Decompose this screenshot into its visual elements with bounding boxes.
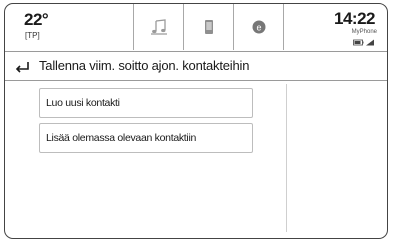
temperature: 22° bbox=[24, 10, 49, 29]
status-bar: 22° [TP] e 14:22 MyPhone bbox=[5, 4, 387, 52]
phone-icon bbox=[205, 20, 213, 34]
phone-name: MyPhone bbox=[351, 29, 377, 35]
title-bar: Tallenna viim. soitto ajon. kontakteihin bbox=[5, 52, 387, 81]
music-note-icon bbox=[151, 19, 167, 35]
clock: 14:22 bbox=[334, 9, 375, 28]
app-icon: e bbox=[252, 20, 266, 34]
tab-apps[interactable]: e bbox=[233, 4, 284, 50]
add-to-existing-contact-button[interactable]: Lisää olemassa olevaan kontaktiin bbox=[39, 123, 253, 153]
temperature-source: [TP] bbox=[25, 31, 40, 40]
create-new-contact-button[interactable]: Luo uusi kontakti bbox=[39, 88, 253, 118]
tab-audio[interactable] bbox=[133, 4, 184, 50]
back-arrow-icon[interactable] bbox=[14, 58, 30, 74]
panel-divider bbox=[286, 84, 287, 232]
battery-signal-icon bbox=[353, 39, 374, 46]
tab-phone[interactable] bbox=[183, 4, 234, 50]
screen-frame: 22° [TP] e 14:22 MyPhone Tallenna viim. … bbox=[4, 3, 388, 239]
svg-text:e: e bbox=[256, 23, 261, 33]
page-title: Tallenna viim. soitto ajon. kontakteihin bbox=[39, 58, 250, 73]
tab-separator bbox=[283, 4, 284, 50]
